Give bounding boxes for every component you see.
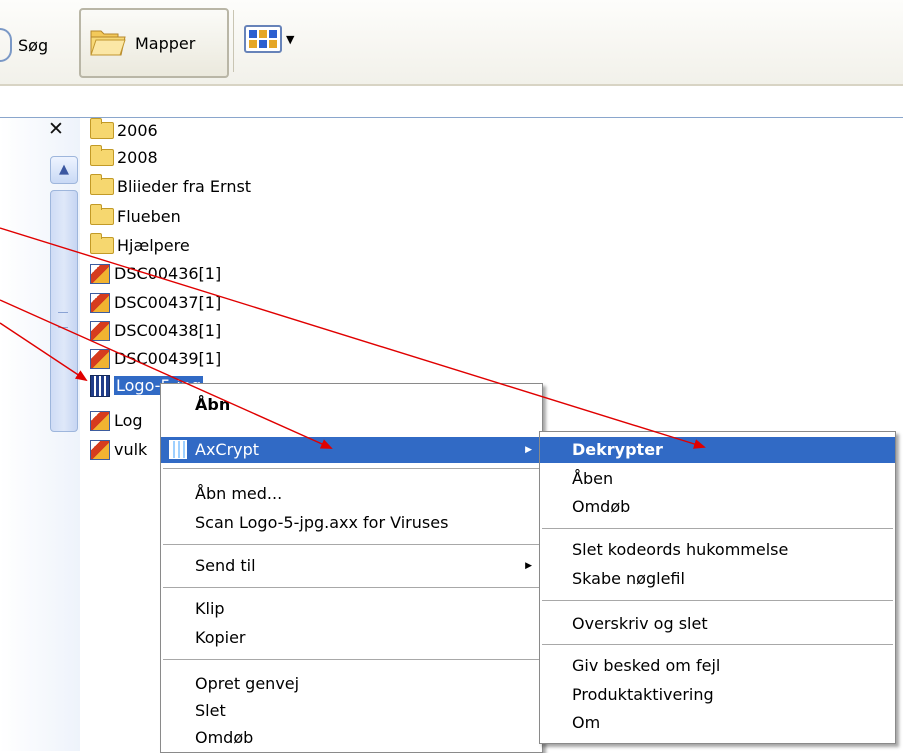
arrow-to-decrypt [0, 227, 706, 449]
annotation-arrows [0, 227, 706, 449]
arrow-to-file [0, 322, 88, 382]
arrow-to-axcrypt [0, 299, 333, 449]
